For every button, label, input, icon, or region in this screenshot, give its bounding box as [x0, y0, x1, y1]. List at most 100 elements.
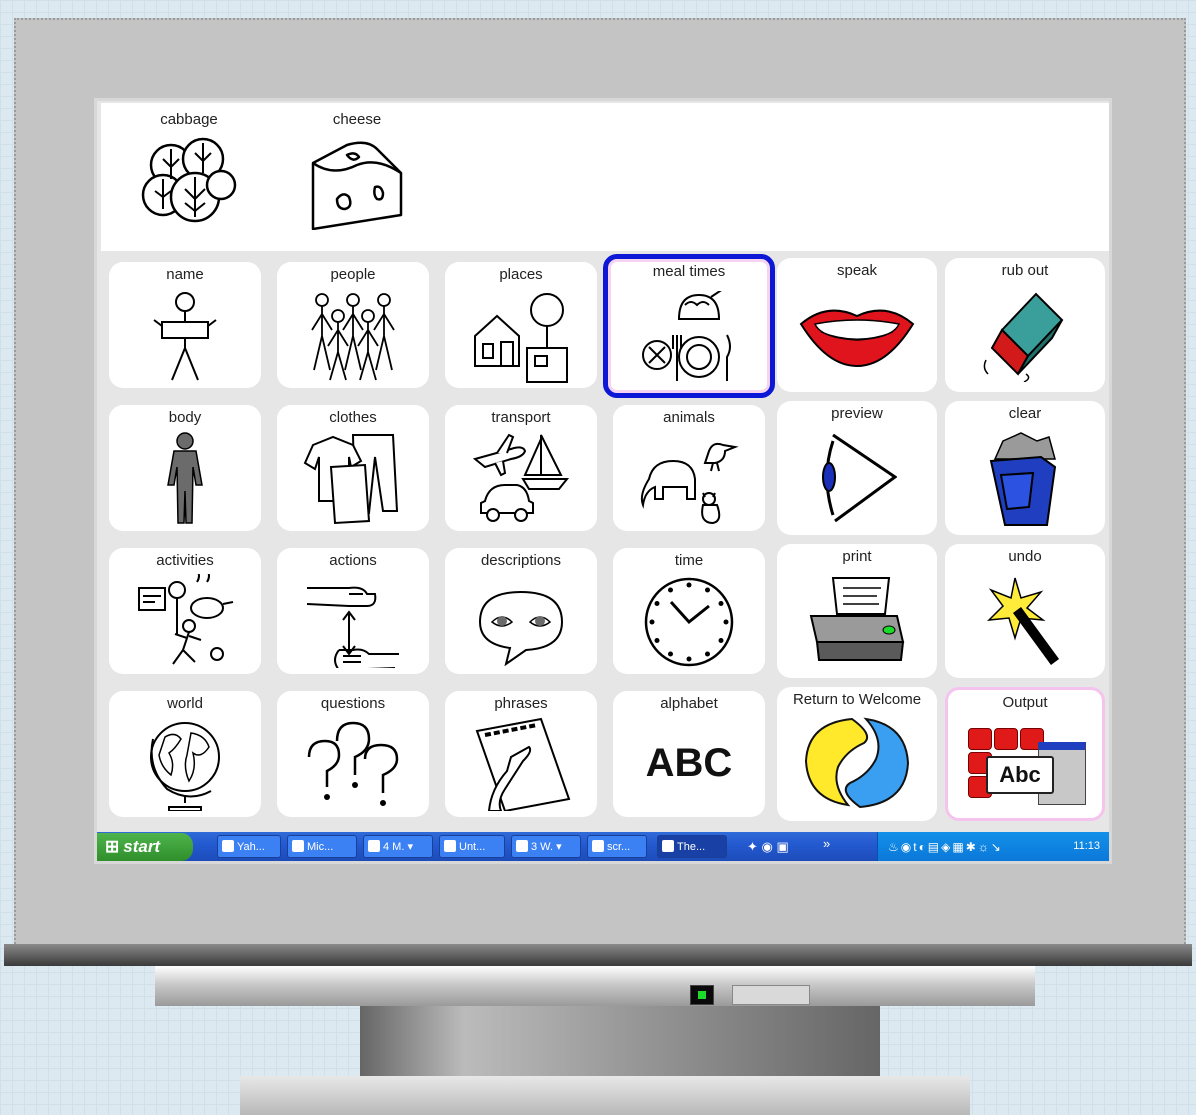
grid-app-icon: [662, 840, 674, 852]
outlook-icon: [368, 840, 380, 852]
cell-return-to-welcome[interactable]: Return to Welcome: [777, 687, 937, 821]
taskbar-button-3w[interactable]: 3 W. ▾: [511, 835, 581, 858]
cell-label: preview: [831, 405, 883, 422]
clothes-icon: [303, 434, 399, 525]
cell-world[interactable]: world: [109, 691, 261, 817]
taskbar-button-label: The...: [677, 841, 706, 853]
cell-activities[interactable]: activities: [109, 548, 261, 674]
name-icon: [153, 292, 217, 381]
taskbar-button-label: 3 W.: [531, 841, 554, 853]
start-button[interactable]: ⊞ start: [97, 833, 193, 861]
welcome-logo-icon: [804, 717, 910, 809]
cell-actions[interactable]: actions: [277, 548, 429, 674]
monitor-bottom-edge: [4, 944, 1192, 966]
speak-icon: [799, 309, 915, 368]
quick-launch-icons[interactable]: ✦ ◉ ▣: [747, 839, 789, 855]
taskbar-button-label: Mic...: [307, 841, 334, 853]
message-item-label: cheese: [332, 111, 382, 128]
activities-icon: [138, 574, 234, 665]
message-item-cheese[interactable]: cheese: [277, 103, 437, 243]
word-icon: [292, 840, 304, 852]
cell-label: animals: [663, 409, 715, 426]
taskbar-button-microsoft[interactable]: Mic...: [287, 835, 357, 858]
clock: 11:13: [1073, 840, 1100, 852]
cell-clear[interactable]: clear: [945, 401, 1105, 535]
cell-label: activities: [156, 552, 214, 569]
taskbar-button-label: scr...: [607, 841, 631, 853]
cell-meal-times[interactable]: meal times: [603, 254, 775, 398]
system-tray: ♨◉t◐▤◈▦✱☼↘ 11:13: [877, 832, 1109, 861]
cell-label: places: [499, 266, 543, 283]
cell-label: body: [168, 409, 202, 426]
cell-name[interactable]: name: [109, 262, 261, 388]
rub-out-icon: [983, 292, 1064, 382]
cell-undo[interactable]: undo: [945, 544, 1105, 678]
cell-phrases[interactable]: phrases: [445, 691, 597, 817]
people-icon: [311, 293, 395, 381]
globe-icon: [150, 722, 220, 811]
cell-transport[interactable]: transport: [445, 405, 597, 531]
taskbar-button-label: Unt...: [459, 841, 486, 853]
cell-preview[interactable]: preview: [777, 401, 937, 535]
taskbar-button-the[interactable]: The...: [657, 835, 727, 858]
start-label: start: [123, 837, 161, 856]
cell-places[interactable]: places: [445, 262, 597, 388]
cell-label: speak: [836, 262, 878, 279]
cell-output[interactable]: Output Abc: [945, 687, 1105, 821]
cell-questions[interactable]: questions: [277, 691, 429, 817]
ie-icon: [222, 840, 234, 852]
taskbar: ⊞ start Yah... Mic... 4 M. ▾ Unt... 3 W. …: [97, 832, 1109, 861]
cell-label: rub out: [1001, 262, 1049, 279]
cell-clothes[interactable]: clothes: [277, 405, 429, 531]
questions-icon: [307, 721, 399, 806]
taskbar-button-untitled[interactable]: Unt...: [439, 835, 505, 858]
cell-descriptions[interactable]: descriptions: [445, 548, 597, 674]
cell-rub-out[interactable]: rub out: [945, 258, 1105, 392]
tray-icons[interactable]: ♨◉t◐▤◈▦✱☼↘: [888, 840, 1003, 854]
cell-label: phrases: [494, 695, 548, 712]
cell-print[interactable]: print: [777, 544, 937, 678]
cell-label: print: [842, 548, 872, 565]
cell-body[interactable]: body: [109, 405, 261, 531]
cell-label: meal times: [652, 263, 726, 280]
transport-icon: [472, 433, 570, 522]
monitor-stand: [360, 1006, 880, 1076]
cell-people[interactable]: people: [277, 262, 429, 388]
cell-label: clothes: [329, 409, 377, 426]
cell-label: transport: [491, 409, 551, 426]
cell-speak[interactable]: speak: [777, 258, 937, 392]
cell-label: Return to Welcome: [792, 691, 922, 708]
taskbar-button-yahoo[interactable]: Yah...: [217, 835, 281, 858]
animals-icon: [640, 442, 739, 525]
taskbar-button-label: 4 M.: [383, 841, 405, 853]
cell-label: alphabet: [660, 695, 718, 712]
message-bar[interactable]: cabbage cheese: [101, 103, 1109, 251]
meal-times-icon: [642, 291, 731, 381]
power-button[interactable]: [732, 985, 810, 1005]
cell-label: Output: [1002, 694, 1048, 711]
taskbar-button-4m[interactable]: 4 M. ▾: [363, 835, 433, 858]
folder-icon: [516, 840, 528, 852]
snapshot-icon: [592, 840, 604, 852]
printer-icon: [809, 577, 905, 661]
output-icon: Abc: [968, 724, 1088, 805]
cell-label: descriptions: [480, 552, 562, 569]
chevron-icon[interactable]: »: [823, 836, 830, 851]
cell-label: questions: [320, 695, 386, 712]
message-item-cabbage[interactable]: cabbage: [109, 103, 269, 243]
places-icon: [474, 293, 568, 383]
clock-icon: [644, 577, 734, 667]
cell-label: actions: [329, 552, 377, 569]
descriptions-icon: [478, 590, 564, 666]
phrases-icon: [475, 717, 571, 811]
cell-label: undo: [1008, 548, 1042, 565]
cell-label: clear: [1008, 405, 1042, 422]
cell-animals[interactable]: animals: [613, 405, 765, 531]
cell-time[interactable]: time: [613, 548, 765, 674]
cell-label: people: [330, 266, 376, 283]
undo-icon: [986, 577, 1060, 665]
taskbar-button-screen[interactable]: scr...: [587, 835, 647, 858]
preview-icon: [822, 433, 897, 523]
monitor-base-top: [155, 966, 1035, 1006]
cell-alphabet[interactable]: alphabet ABC: [613, 691, 765, 817]
